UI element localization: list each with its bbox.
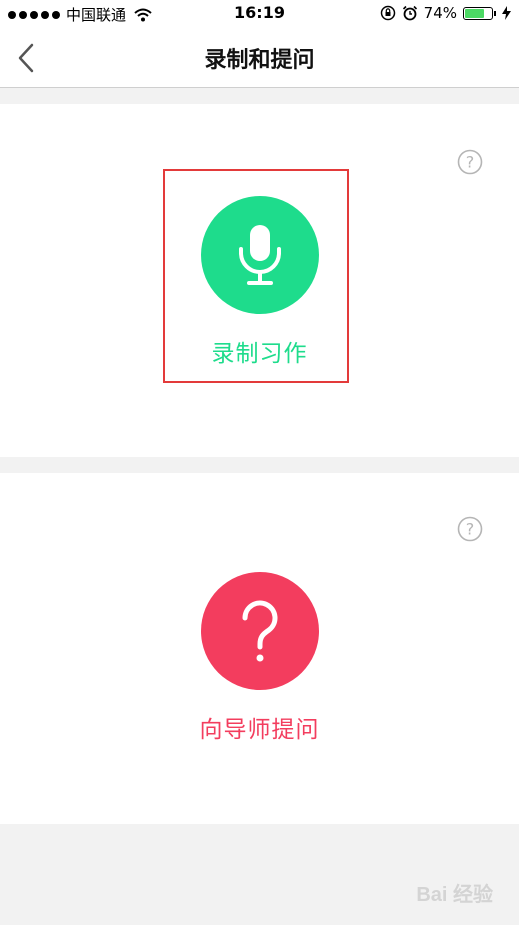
record-circle [200,196,319,314]
svg-text:?: ? [466,153,475,172]
status-bar: 中国联通 16:19 74% [0,0,519,28]
battery-icon [463,6,493,20]
svg-text:?: ? [466,520,475,539]
page-title: 录制和提问 [204,48,315,73]
ask-mentor-label: 向导师提问 [199,717,320,743]
question-mark-icon [242,600,277,662]
status-right: 74% [380,4,511,22]
charging-bolt-icon [502,6,511,20]
battery-fill [465,8,484,18]
microphone-icon [238,225,281,285]
orientation-lock-icon [380,5,395,21]
record-work-label: 录制习作 [211,341,308,367]
ask-card: ? 向导师提问 [0,473,519,824]
help-circle-icon[interactable]: ? [457,516,483,542]
battery-tip [494,10,496,16]
help-circle-icon[interactable]: ? [457,149,483,175]
alarm-clock-icon [402,5,417,21]
record-card: ? 录制习作 [0,104,519,457]
navigation-bar: 录制和提问 [0,28,519,88]
ask-circle [200,572,319,690]
record-work-button[interactable]: 录制习作 [0,196,519,368]
battery-percent: 74% [423,4,457,22]
baidu-watermark: Bai 经验 [416,884,493,906]
ask-mentor-button[interactable]: 向导师提问 [0,572,519,744]
